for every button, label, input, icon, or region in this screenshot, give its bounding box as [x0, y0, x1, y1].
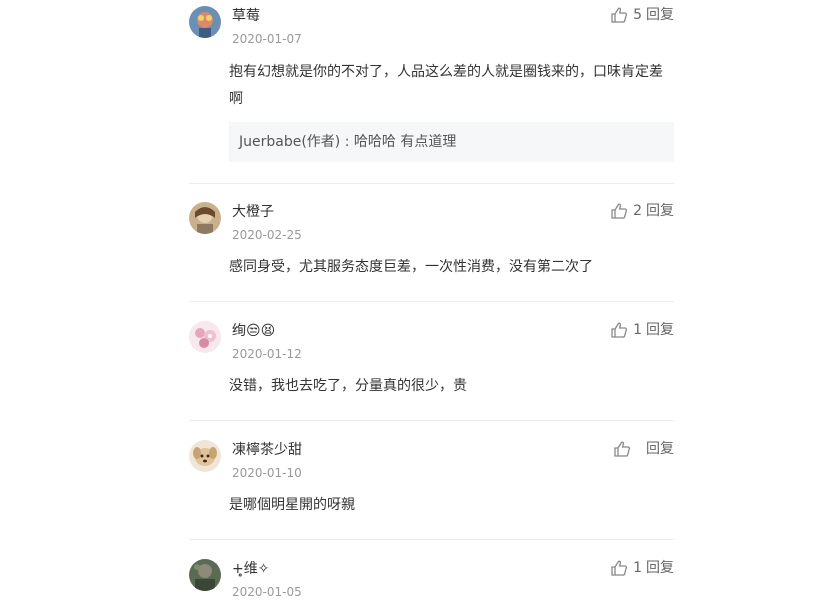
avatar[interactable] [189, 321, 221, 353]
avatar[interactable] [189, 6, 221, 38]
reply-button[interactable]: 回复 [646, 559, 674, 577]
comment-actions: 1 回复 [610, 559, 674, 577]
comment-actions: 1 回复 [610, 321, 674, 339]
user-name[interactable]: 凍檸茶少甜 [232, 441, 302, 459]
comment-item: +̥̥维✧ 2020-01-05 1 回复 [189, 553, 674, 605]
reply-button[interactable]: 回复 [646, 202, 674, 220]
user-name[interactable]: 大橙子 [232, 203, 274, 221]
avatar[interactable] [189, 440, 221, 472]
divider [189, 183, 674, 184]
like-count: 5 [633, 7, 642, 23]
comment-item: 绚😒😫 2020-01-12 1 回复 没错，我也去吃了，分量真的很少，贵 [189, 315, 674, 415]
reply-button[interactable]: 回复 [646, 6, 674, 24]
user-name[interactable]: 绚😒😫 [232, 322, 275, 340]
comment-actions: 5 回复 [610, 6, 674, 24]
like-count: 1 [633, 560, 642, 576]
comment-text: 是哪個明星開的呀親 [229, 497, 355, 513]
comment-text: 感同身受，尤其服务态度巨差，一次性消费，没有第二次了 [229, 259, 593, 275]
comment-text: 没错，我也去吃了，分量真的很少，贵 [229, 378, 467, 394]
user-name[interactable]: +̥̥维✧ [232, 560, 269, 578]
comment-date: 2020-01-07 [232, 32, 302, 46]
comment-item: 凍檸茶少甜 2020-01-10 回复 是哪個明星開的呀親 [189, 434, 674, 534]
comment-date: 2020-01-10 [232, 466, 302, 480]
like-count: 2 [633, 203, 642, 219]
thumbs-up-icon[interactable] [610, 559, 628, 577]
like-count: 1 [633, 322, 642, 338]
comment-item: 草莓 2020-01-07 5 回复 抱有幻想就是你的不对了，人品这么差的人就是… [189, 0, 674, 170]
user-name[interactable]: 草莓 [232, 7, 260, 25]
avatar[interactable] [189, 202, 221, 234]
divider [189, 539, 674, 540]
thumbs-up-icon[interactable] [613, 440, 631, 458]
thumbs-up-icon[interactable] [610, 321, 628, 339]
avatar[interactable] [189, 559, 221, 591]
divider [189, 420, 674, 421]
comment-item: 大橙子 2020-02-25 2 回复 感同身受，尤其服务态度巨差，一次性消费，… [189, 196, 674, 296]
thumbs-up-icon[interactable] [610, 202, 628, 220]
author-reply: Juerbabe(作者) : 哈哈哈 有点道理 [229, 122, 674, 162]
divider [189, 301, 674, 302]
thumbs-up-icon[interactable] [610, 6, 628, 24]
reply-button[interactable]: 回复 [646, 440, 674, 458]
comment-date: 2020-01-12 [232, 347, 302, 361]
comment-list: 草莓 2020-01-07 5 回复 抱有幻想就是你的不对了，人品这么差的人就是… [0, 0, 830, 605]
comment-actions: 回复 [613, 440, 674, 458]
reply-button[interactable]: 回复 [646, 321, 674, 339]
comment-actions: 2 回复 [610, 202, 674, 220]
comment-date: 2020-01-05 [232, 585, 302, 599]
comment-date: 2020-02-25 [232, 228, 302, 242]
comment-text: 抱有幻想就是你的不对了，人品这么差的人就是圈钱来的，口味肯定差啊 [229, 64, 663, 107]
